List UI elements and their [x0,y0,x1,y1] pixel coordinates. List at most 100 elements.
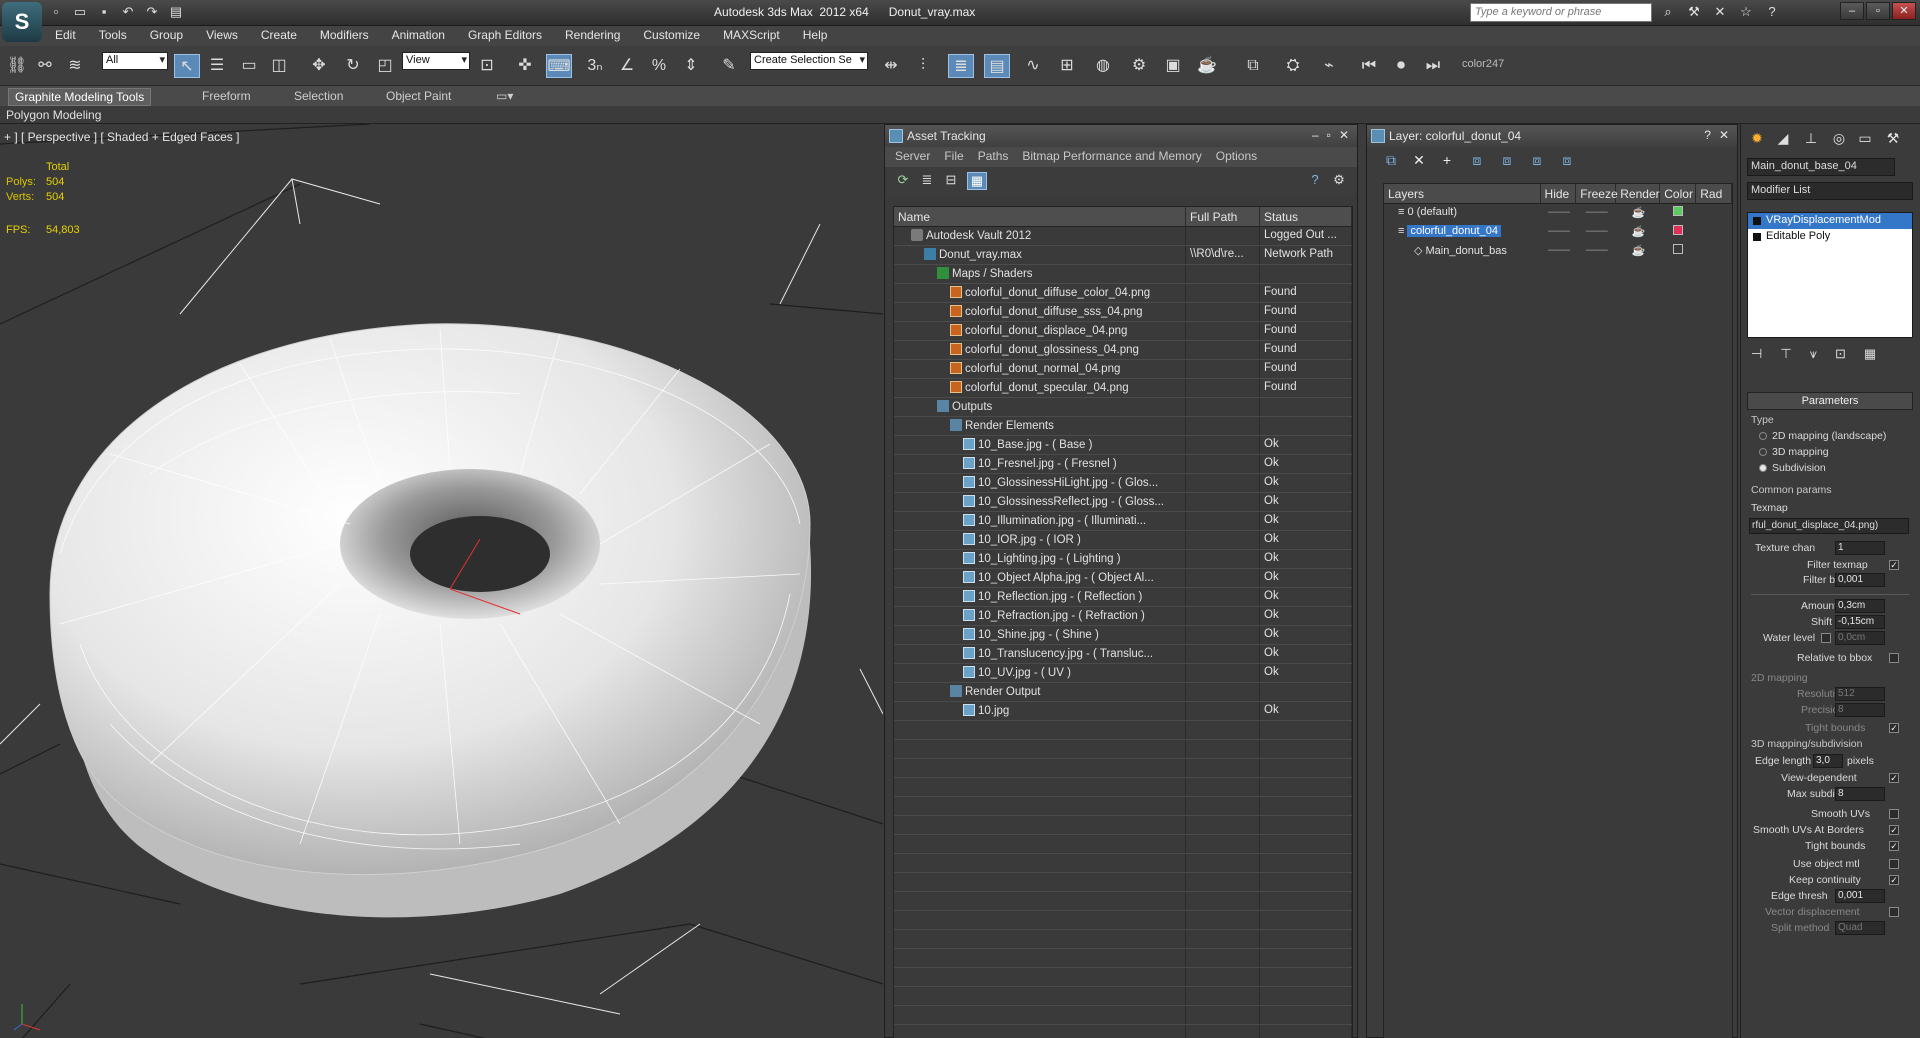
column-header-radiosity[interactable]: Rad [1696,184,1732,203]
pivot-center-icon[interactable]: ⊡ [474,54,500,78]
column-header-status[interactable]: Status [1260,207,1352,226]
relative-bbox-checkbox[interactable] [1889,653,1899,663]
tree-view-icon[interactable]: ⊟ [941,172,961,190]
split-method-select[interactable]: Quad [1835,921,1885,935]
delete-layer-icon[interactable]: ✕ [1409,152,1429,170]
shift-spinner[interactable]: -0,15cm [1835,615,1885,629]
menu-item-customize[interactable]: Customize [632,26,712,46]
menu-item-create[interactable]: Create [250,26,309,46]
parameters-rollout-header[interactable]: Parameters [1747,392,1913,410]
menu-item-help[interactable]: Help [792,26,840,46]
radio-3d-mapping[interactable]: 3D mapping [1759,446,1829,458]
render-icon[interactable]: ☕ [1194,54,1220,78]
maximize-button[interactable]: ▫ [1866,2,1890,20]
help-icon[interactable]: ? [1762,3,1782,21]
table-row[interactable]: 10_Illumination.jpg - ( Illuminati... Ok [894,512,1352,531]
radio-subdivision[interactable]: Subdivision [1759,462,1826,474]
tab-selection[interactable]: Selection [288,88,349,104]
freeze-all-icon[interactable]: ⧈ [1557,152,1577,170]
select-by-name-icon[interactable]: ☰ [204,54,230,78]
highlight-layer-icon[interactable]: ⧈ [1497,152,1517,170]
help-icon[interactable]: ? [1305,172,1325,190]
tab-graphite-modeling[interactable]: Graphite Modeling Tools [8,88,152,106]
undo-icon[interactable]: ↶ [118,3,138,21]
window-crossing-icon[interactable]: ◫ [266,54,292,78]
menu-item-animation[interactable]: Animation [381,26,457,46]
motion-tab-icon[interactable]: ◎ [1829,130,1849,148]
key-set-icon[interactable]: ⏺ [1388,54,1414,78]
material-editor-icon[interactable]: ◍ [1090,54,1116,78]
communication-icon[interactable]: ✕ [1710,3,1730,21]
save-icon[interactable]: ▪ [94,3,114,21]
modifier-editable-poly[interactable]: Editable Poly [1748,229,1912,245]
tab-object-paint[interactable]: Object Paint [380,88,457,104]
keyboard-shortcut-icon[interactable]: ⌨ [546,54,572,78]
percent-snap-icon[interactable]: % [646,54,672,78]
layer-color-swatch[interactable] [1673,206,1684,216]
asset-menu-file[interactable]: File [944,147,971,167]
close-button[interactable]: ✕ [1892,2,1916,20]
table-row[interactable]: 10_GlossinessHiLight.jpg - ( Glos... Ok [894,474,1352,493]
vray-tools-icon[interactable]: ⛭ [1280,54,1306,78]
align-icon[interactable]: ⫶ [910,54,936,78]
layer-color-swatch[interactable] [1673,225,1684,235]
open-file-icon[interactable]: ▭ [70,3,90,21]
vray-frame-icon[interactable]: ⧉ [1240,54,1266,78]
freeze-toggle[interactable]: —— [1586,244,1608,256]
menu-item-rendering[interactable]: Rendering [554,26,632,46]
layer-row[interactable]: ◇ Main_donut_bas —— —— ☕ [1384,242,1732,261]
tight-bounds-2-checkbox[interactable]: ✓ [1889,841,1899,851]
maximize-icon[interactable]: ▫ [1327,128,1331,142]
snaps-toggle-icon[interactable]: 3ₙ [582,54,608,78]
search-input[interactable]: Type a keyword or phrase [1470,3,1652,22]
amount-spinner[interactable]: 0,3cm [1835,599,1885,613]
filter-blur-spinner[interactable]: 0,001 [1835,573,1885,587]
table-row[interactable]: 10.jpg Ok [894,702,1352,721]
layer-manager-icon[interactable]: ≣ [948,54,974,78]
precision-spinner[interactable]: 8 [1835,703,1885,717]
modifier-list-select[interactable]: Modifier List [1747,182,1913,200]
rotate-icon[interactable]: ↻ [340,54,366,78]
viewport-label[interactable]: + ] [ Perspective ] [ Shaded + Edged Fac… [4,130,239,144]
object-name-field[interactable]: Main_donut_base_04 [1747,158,1895,176]
table-row[interactable]: colorful_donut_normal_04.png Found [894,360,1352,379]
menu-item-views[interactable]: Views [195,26,250,46]
layer-row[interactable]: ≡ colorful_donut_04 —— —— ☕ [1384,223,1732,242]
menu-item-maxscript[interactable]: MAXScript [712,26,792,46]
minimize-button[interactable]: – [1840,2,1864,20]
modifier-stack[interactable]: VRayDisplacementMod Editable Poly [1747,212,1913,338]
bind-space-warp-icon[interactable]: ≋ [62,54,88,78]
curve-editor-icon[interactable]: ∿ [1020,54,1046,78]
link-icon[interactable]: ⛓ [4,54,30,78]
move-icon[interactable]: ✥ [306,54,332,78]
make-unique-icon[interactable]: ⩛ [1810,346,1817,362]
rect-selection-icon[interactable]: ▭ [236,54,262,78]
menu-item-tools[interactable]: Tools [88,26,139,46]
table-row[interactable]: 10_Shine.jpg - ( Shine ) Ok [894,626,1352,645]
select-manipulate-icon[interactable]: ✜ [512,54,538,78]
table-row[interactable]: 10_Reflection.jpg - ( Reflection ) Ok [894,588,1352,607]
table-view-icon[interactable]: ▦ [967,172,987,190]
select-in-layer-icon[interactable]: ⧈ [1467,152,1487,170]
named-selection-select[interactable]: Create Selection Se [750,52,868,70]
hierarchy-tab-icon[interactable]: ⊥ [1801,130,1821,148]
subscription-icon[interactable]: ⚒ [1684,3,1704,21]
asset-menu-bitmap-performance-and-memory[interactable]: Bitmap Performance and Memory [1022,147,1209,167]
texture-chan-spinner[interactable]: 1 [1835,541,1885,555]
key-prev-icon[interactable]: ⏮ [1356,54,1382,78]
vector-displacement-checkbox[interactable] [1889,907,1899,917]
tight-bounds-checkbox[interactable]: ✓ [1889,723,1899,733]
reference-coord-select[interactable]: View [402,52,470,70]
column-header-render[interactable]: Render [1616,184,1661,203]
table-row[interactable]: colorful_donut_diffuse_color_04.png Found [894,284,1352,303]
hide-all-icon[interactable]: ⧈ [1527,152,1547,170]
table-row[interactable]: colorful_donut_glossiness_04.png Found [894,341,1352,360]
new-file-icon[interactable]: ▫ [46,3,66,21]
water-level-spinner[interactable]: 0,0cm [1835,631,1885,645]
column-header-layers[interactable]: Layers [1384,184,1541,203]
render-setup-icon[interactable]: ⚙ [1126,54,1152,78]
column-header-name[interactable]: Name [894,207,1186,226]
use-object-mtl-checkbox[interactable] [1889,859,1899,869]
edge-length-spinner[interactable]: 3,0 [1813,754,1843,768]
utilities-tab-icon[interactable]: ⚒ [1883,130,1903,148]
